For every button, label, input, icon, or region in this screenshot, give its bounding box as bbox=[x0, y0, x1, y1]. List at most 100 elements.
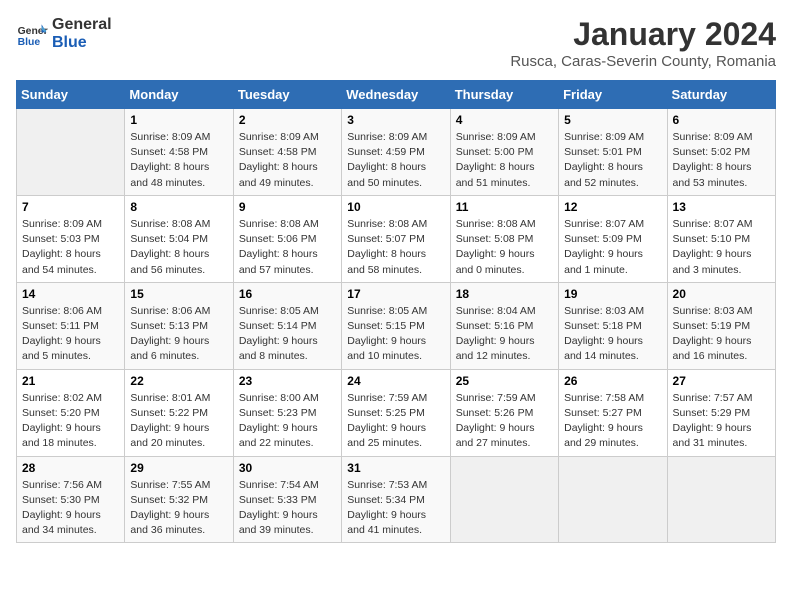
calendar-cell bbox=[450, 456, 558, 543]
header-day-wednesday: Wednesday bbox=[342, 81, 450, 109]
day-info: Sunrise: 8:09 AMSunset: 4:59 PMDaylight:… bbox=[347, 130, 444, 191]
day-number: 26 bbox=[564, 374, 661, 388]
calendar-header-row: SundayMondayTuesdayWednesdayThursdayFrid… bbox=[17, 81, 776, 109]
day-info: Sunrise: 7:56 AMSunset: 5:30 PMDaylight:… bbox=[22, 478, 119, 539]
day-number: 11 bbox=[456, 200, 553, 214]
calendar-cell: 25 Sunrise: 7:59 AMSunset: 5:26 PMDayligh… bbox=[450, 369, 558, 456]
day-number: 14 bbox=[22, 287, 119, 301]
day-info: Sunrise: 8:02 AMSunset: 5:20 PMDaylight:… bbox=[22, 391, 119, 452]
day-number: 2 bbox=[239, 113, 336, 127]
calendar-table: SundayMondayTuesdayWednesdayThursdayFrid… bbox=[16, 80, 776, 543]
day-number: 12 bbox=[564, 200, 661, 214]
day-info: Sunrise: 8:09 AMSunset: 5:00 PMDaylight:… bbox=[456, 130, 553, 191]
calendar-cell bbox=[17, 109, 125, 196]
day-number: 16 bbox=[239, 287, 336, 301]
day-number: 8 bbox=[130, 200, 227, 214]
day-number: 28 bbox=[22, 461, 119, 475]
day-info: Sunrise: 7:59 AMSunset: 5:25 PMDaylight:… bbox=[347, 391, 444, 452]
logo-icon: General Blue bbox=[16, 18, 48, 50]
day-number: 4 bbox=[456, 113, 553, 127]
logo-general: General bbox=[52, 16, 112, 34]
calendar-cell: 11 Sunrise: 8:08 AMSunset: 5:08 PMDayligh… bbox=[450, 195, 558, 282]
calendar-cell: 31Sunrise: 7:53 AMSunset: 5:34 PMDayligh… bbox=[342, 456, 450, 543]
calendar-week-row: 14 Sunrise: 8:06 AMSunset: 5:11 PMDayligh… bbox=[17, 282, 776, 369]
calendar-cell: 6 Sunrise: 8:09 AMSunset: 5:02 PMDaylight… bbox=[667, 109, 775, 196]
day-info: Sunrise: 7:57 AMSunset: 5:29 PMDaylight:… bbox=[673, 391, 770, 452]
calendar-cell: 8 Sunrise: 8:08 AMSunset: 5:04 PMDaylight… bbox=[125, 195, 233, 282]
calendar-cell: 27 Sunrise: 7:57 AMSunset: 5:29 PMDayligh… bbox=[667, 369, 775, 456]
header-day-monday: Monday bbox=[125, 81, 233, 109]
day-number: 25 bbox=[456, 374, 553, 388]
day-info: Sunrise: 7:54 AMSunset: 5:33 PMDaylight:… bbox=[239, 478, 336, 539]
day-info: Sunrise: 8:00 AMSunset: 5:23 PMDaylight:… bbox=[239, 391, 336, 452]
calendar-cell: 16 Sunrise: 8:05 AMSunset: 5:14 PMDayligh… bbox=[233, 282, 341, 369]
calendar-week-row: 21Sunrise: 8:02 AMSunset: 5:20 PMDayligh… bbox=[17, 369, 776, 456]
day-info: Sunrise: 7:58 AMSunset: 5:27 PMDaylight:… bbox=[564, 391, 661, 452]
location-title: Rusca, Caras-Severin County, Romania bbox=[510, 53, 776, 70]
day-info: Sunrise: 8:06 AMSunset: 5:13 PMDaylight:… bbox=[130, 304, 227, 365]
day-number: 17 bbox=[347, 287, 444, 301]
calendar-cell: 28 Sunrise: 7:56 AMSunset: 5:30 PMDayligh… bbox=[17, 456, 125, 543]
day-number: 23 bbox=[239, 374, 336, 388]
day-number: 5 bbox=[564, 113, 661, 127]
calendar-cell: 3Sunrise: 8:09 AMSunset: 4:59 PMDaylight… bbox=[342, 109, 450, 196]
calendar-cell: 14 Sunrise: 8:06 AMSunset: 5:11 PMDayligh… bbox=[17, 282, 125, 369]
day-info: Sunrise: 8:09 AMSunset: 5:02 PMDaylight:… bbox=[673, 130, 770, 191]
day-number: 1 bbox=[130, 113, 227, 127]
calendar-cell: 24 Sunrise: 7:59 AMSunset: 5:25 PMDayligh… bbox=[342, 369, 450, 456]
day-info: Sunrise: 7:55 AMSunset: 5:32 PMDaylight:… bbox=[130, 478, 227, 539]
day-info: Sunrise: 8:08 AMSunset: 5:07 PMDaylight:… bbox=[347, 217, 444, 278]
day-info: Sunrise: 8:09 AMSunset: 5:01 PMDaylight:… bbox=[564, 130, 661, 191]
calendar-cell: 17Sunrise: 8:05 AMSunset: 5:15 PMDayligh… bbox=[342, 282, 450, 369]
calendar-cell: 4 Sunrise: 8:09 AMSunset: 5:00 PMDaylight… bbox=[450, 109, 558, 196]
logo-blue: Blue bbox=[52, 34, 112, 52]
calendar-cell: 1 Sunrise: 8:09 AMSunset: 4:58 PMDaylight… bbox=[125, 109, 233, 196]
calendar-cell: 20Sunrise: 8:03 AMSunset: 5:19 PMDayligh… bbox=[667, 282, 775, 369]
day-info: Sunrise: 7:59 AMSunset: 5:26 PMDaylight:… bbox=[456, 391, 553, 452]
calendar-week-row: 7 Sunrise: 8:09 AMSunset: 5:03 PMDaylight… bbox=[17, 195, 776, 282]
calendar-cell: 15Sunrise: 8:06 AMSunset: 5:13 PMDayligh… bbox=[125, 282, 233, 369]
calendar-cell: 18Sunrise: 8:04 AMSunset: 5:16 PMDayligh… bbox=[450, 282, 558, 369]
svg-text:Blue: Blue bbox=[18, 37, 41, 48]
calendar-cell: 10 Sunrise: 8:08 AMSunset: 5:07 PMDayligh… bbox=[342, 195, 450, 282]
calendar-cell: 13Sunrise: 8:07 AMSunset: 5:10 PMDayligh… bbox=[667, 195, 775, 282]
calendar-cell: 30Sunrise: 7:54 AMSunset: 5:33 PMDayligh… bbox=[233, 456, 341, 543]
header-day-sunday: Sunday bbox=[17, 81, 125, 109]
logo: General Blue General Blue bbox=[16, 16, 112, 51]
day-number: 31 bbox=[347, 461, 444, 475]
calendar-cell bbox=[667, 456, 775, 543]
calendar-cell: 29Sunrise: 7:55 AMSunset: 5:32 PMDayligh… bbox=[125, 456, 233, 543]
day-number: 6 bbox=[673, 113, 770, 127]
day-number: 27 bbox=[673, 374, 770, 388]
calendar-cell: 19Sunrise: 8:03 AMSunset: 5:18 PMDayligh… bbox=[559, 282, 667, 369]
day-number: 19 bbox=[564, 287, 661, 301]
calendar-cell: 23 Sunrise: 8:00 AMSunset: 5:23 PMDayligh… bbox=[233, 369, 341, 456]
calendar-week-row: 28 Sunrise: 7:56 AMSunset: 5:30 PMDayligh… bbox=[17, 456, 776, 543]
calendar-cell bbox=[559, 456, 667, 543]
day-number: 22 bbox=[130, 374, 227, 388]
day-info: Sunrise: 8:06 AMSunset: 5:11 PMDaylight:… bbox=[22, 304, 119, 365]
calendar-cell: 7 Sunrise: 8:09 AMSunset: 5:03 PMDaylight… bbox=[17, 195, 125, 282]
day-info: Sunrise: 8:07 AMSunset: 5:10 PMDaylight:… bbox=[673, 217, 770, 278]
day-info: Sunrise: 8:08 AMSunset: 5:06 PMDaylight:… bbox=[239, 217, 336, 278]
day-info: Sunrise: 8:07 AMSunset: 5:09 PMDaylight:… bbox=[564, 217, 661, 278]
day-number: 24 bbox=[347, 374, 444, 388]
day-info: Sunrise: 8:09 AMSunset: 4:58 PMDaylight:… bbox=[239, 130, 336, 191]
day-info: Sunrise: 8:09 AMSunset: 5:03 PMDaylight:… bbox=[22, 217, 119, 278]
calendar-cell: 12 Sunrise: 8:07 AMSunset: 5:09 PMDayligh… bbox=[559, 195, 667, 282]
day-info: Sunrise: 8:08 AMSunset: 5:04 PMDaylight:… bbox=[130, 217, 227, 278]
title-area: January 2024 Rusca, Caras-Severin County… bbox=[510, 16, 776, 70]
day-number: 7 bbox=[22, 200, 119, 214]
month-title: January 2024 bbox=[510, 16, 776, 53]
page-header: General Blue General Blue January 2024 R… bbox=[16, 16, 776, 70]
calendar-cell: 9Sunrise: 8:08 AMSunset: 5:06 PMDaylight… bbox=[233, 195, 341, 282]
logo-text: General Blue bbox=[52, 16, 112, 51]
calendar-week-row: 1 Sunrise: 8:09 AMSunset: 4:58 PMDaylight… bbox=[17, 109, 776, 196]
header-day-saturday: Saturday bbox=[667, 81, 775, 109]
day-info: Sunrise: 8:09 AMSunset: 4:58 PMDaylight:… bbox=[130, 130, 227, 191]
day-number: 18 bbox=[456, 287, 553, 301]
day-number: 10 bbox=[347, 200, 444, 214]
day-number: 20 bbox=[673, 287, 770, 301]
day-info: Sunrise: 8:05 AMSunset: 5:14 PMDaylight:… bbox=[239, 304, 336, 365]
day-info: Sunrise: 8:08 AMSunset: 5:08 PMDaylight:… bbox=[456, 217, 553, 278]
